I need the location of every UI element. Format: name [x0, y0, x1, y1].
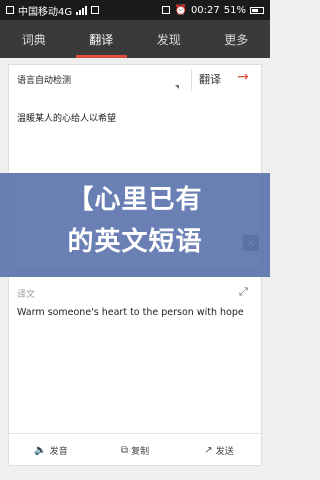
- send-button[interactable]: ↗ 发送: [177, 437, 261, 463]
- source-text-input[interactable]: 温暖某人的心给人以希望: [17, 111, 116, 124]
- dropdown-icon[interactable]: [175, 85, 179, 89]
- status-left: 中国移动4G: [0, 3, 100, 18]
- copy-label: 复制: [131, 446, 150, 457]
- status-time: 00:27: [190, 4, 220, 16]
- result-text: Warm someone's heart to the person with …: [17, 307, 244, 318]
- divider: [191, 69, 192, 91]
- send-label: 发送: [215, 446, 234, 457]
- app-notification-icon: [91, 6, 100, 14]
- alarm-icon: ⏰: [174, 4, 187, 16]
- pronounce-label: 发音: [49, 446, 68, 457]
- expand-icon[interactable]: ⤢: [239, 285, 248, 299]
- tab-translate[interactable]: 翻译: [68, 20, 136, 58]
- vibrate-icon: [162, 6, 171, 14]
- tab-discover[interactable]: 发现: [135, 20, 203, 58]
- title-overlay: 【心里已有 的英文短语: [0, 173, 270, 277]
- tab-dictionary[interactable]: 词典: [0, 20, 68, 58]
- battery-icon: [250, 6, 264, 14]
- result-card: 译文 ⤢ Warm someone's heart to the person …: [8, 276, 262, 466]
- tab-bar: 词典 翻译 发现 更多: [0, 20, 270, 58]
- battery-percent: 51%: [223, 4, 246, 16]
- overlay-title-line2: 的英文短语: [67, 227, 203, 257]
- overlay-title-line1: 【心里已有: [67, 185, 203, 215]
- action-bar: 🔈 发音 ⧉ 复制 ↗ 发送: [9, 437, 261, 463]
- tab-more[interactable]: 更多: [203, 20, 271, 58]
- language-detect-select[interactable]: 语言自动检测: [17, 73, 71, 86]
- speaker-icon: 🔈: [34, 444, 47, 456]
- status-right: ⏰ 00:27 51%: [162, 5, 270, 16]
- send-icon: ↗: [204, 444, 213, 456]
- result-label: 译文: [17, 290, 36, 300]
- signal-icon: [76, 5, 88, 15]
- carrier-label: 中国移动4G: [18, 6, 73, 18]
- copy-icon: ⧉: [120, 444, 129, 456]
- copy-button[interactable]: ⧉ 复制: [93, 437, 177, 463]
- status-bar: 中国移动4G ⏰ 00:27 51%: [0, 0, 270, 20]
- notification-icon: [6, 6, 14, 14]
- divider: [9, 433, 261, 434]
- pronounce-button[interactable]: 🔈 发音: [9, 437, 93, 463]
- arrow-right-icon[interactable]: →: [237, 69, 249, 85]
- translate-button[interactable]: 翻译: [199, 71, 221, 87]
